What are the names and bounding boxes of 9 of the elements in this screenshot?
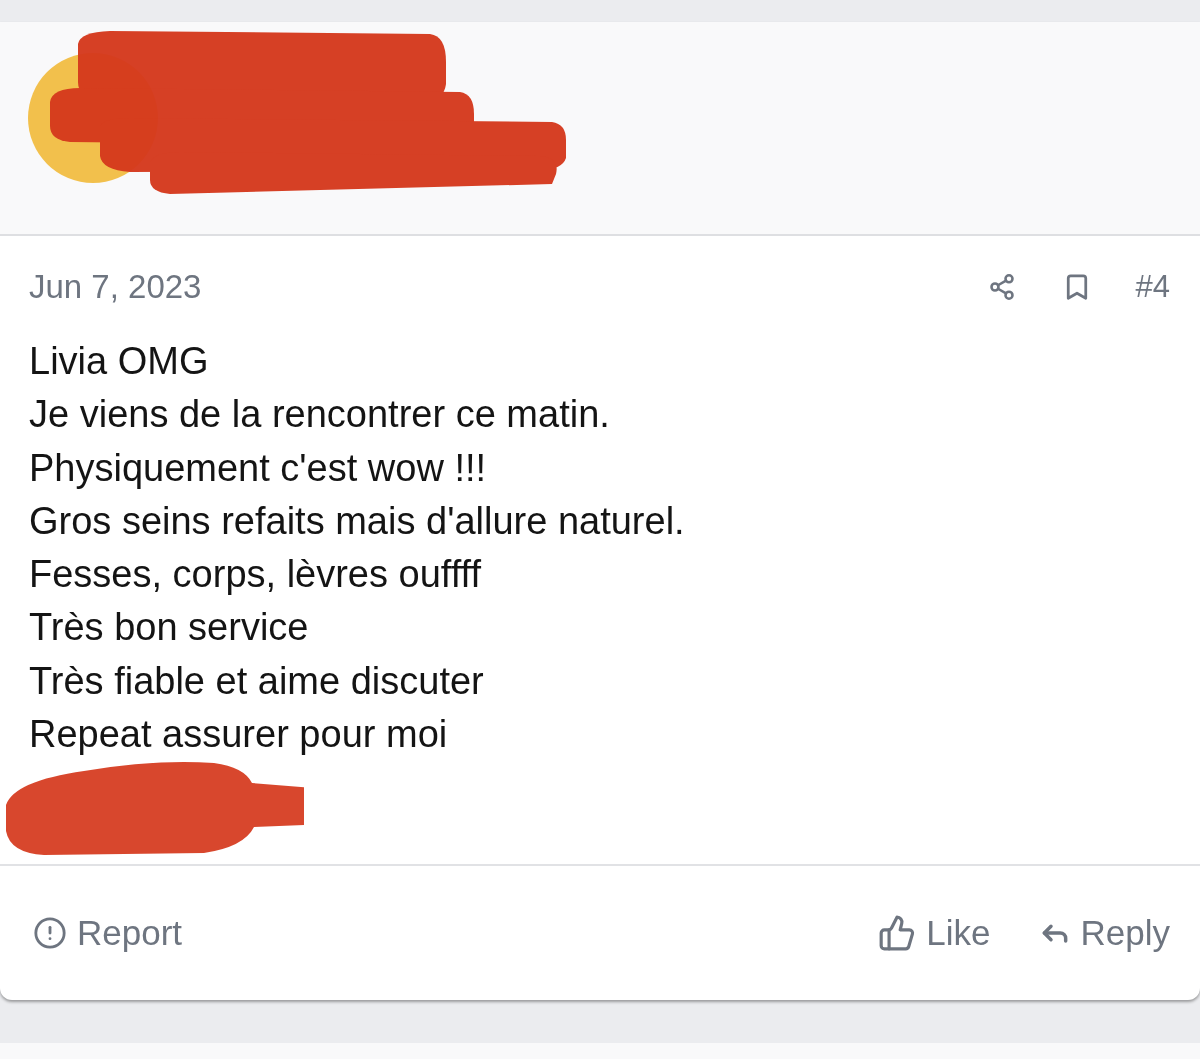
post-date: Jun 7, 2023 [29, 268, 202, 306]
like-button[interactable]: Like [878, 913, 991, 954]
report-link[interactable]: Report [33, 913, 183, 954]
post-number-link[interactable]: #4 [1135, 269, 1170, 305]
share-icon[interactable] [987, 273, 1016, 301]
post-message: Livia OMG Je viens de la rencontrer ce matin. Physiquement c'est wow !!! Gros seins refaits mais d'allure naturel. Fesses, corps, lèvres ouffff Très bon service Très fiable et aime discuter Repeat assurer pour moi [29, 339, 686, 758]
reply-button[interactable]: Reply [1038, 913, 1170, 954]
report-icon [33, 916, 67, 951]
thumbs-up-icon [878, 914, 917, 953]
